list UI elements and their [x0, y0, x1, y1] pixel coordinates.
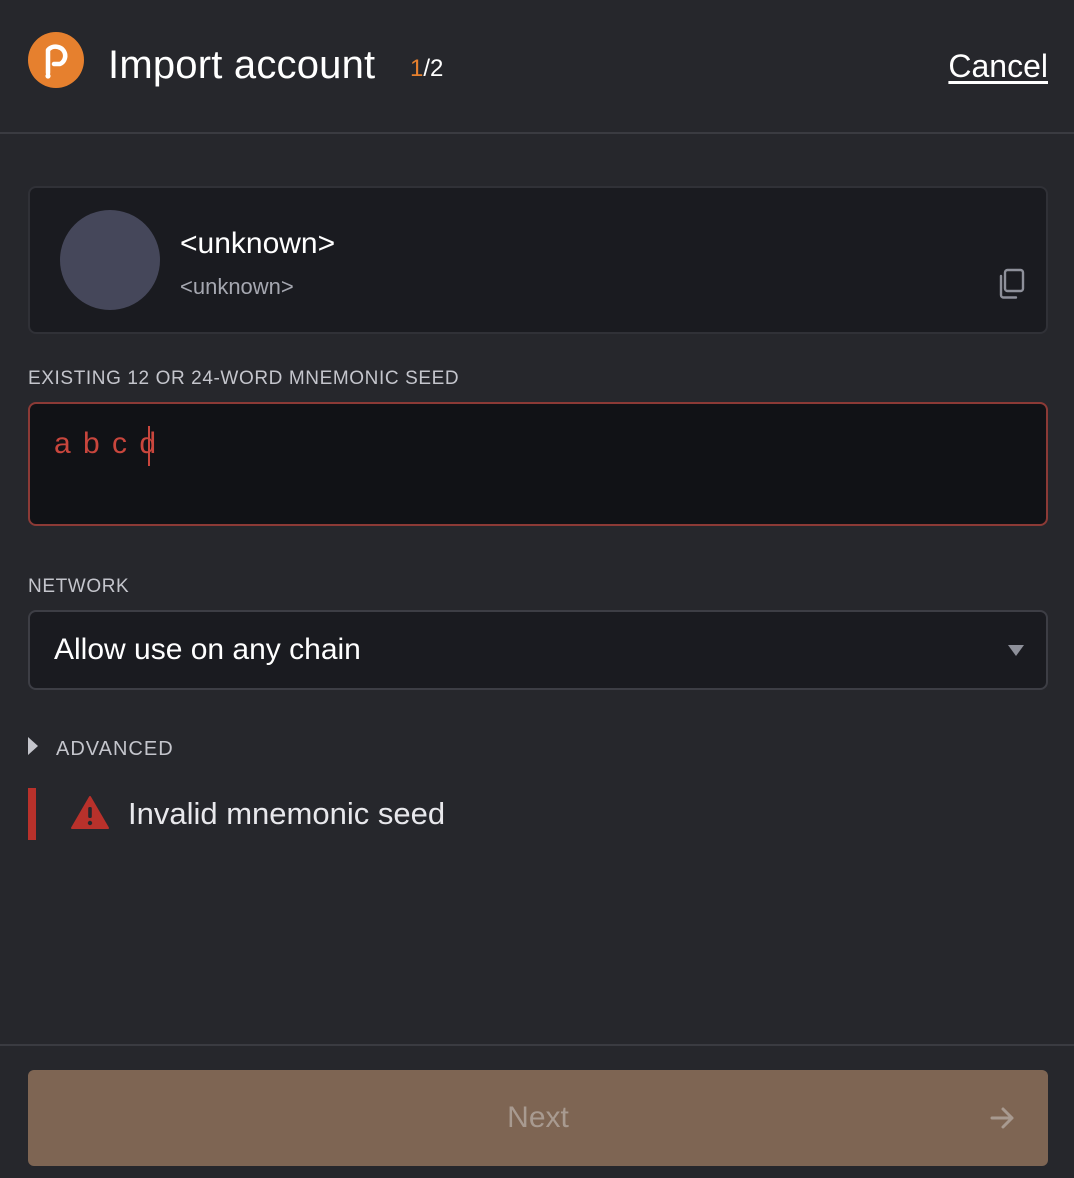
page-title: Import account: [108, 43, 376, 87]
text-caret: [148, 426, 150, 466]
avatar: [60, 210, 160, 310]
warning-text: Invalid mnemonic seed: [128, 796, 446, 831]
network-select[interactable]: Allow use on any chain: [28, 610, 1048, 690]
next-label: Next: [507, 1101, 569, 1134]
network-label: NETWORK: [28, 576, 130, 597]
copy-icon[interactable]: [996, 268, 1026, 300]
next-button[interactable]: Next: [28, 1070, 1048, 1166]
caret-right-icon: [28, 737, 38, 755]
account-address: <unknown>: [180, 274, 294, 299]
polkadot-logo-icon: [28, 32, 84, 88]
account-name: <unknown>: [180, 227, 336, 260]
seed-textarea[interactable]: a b c d: [28, 402, 1048, 526]
header: Import account 1/2 Cancel: [0, 0, 1074, 134]
cancel-link[interactable]: Cancel: [948, 46, 1048, 86]
network-selected-value: Allow use on any chain: [54, 633, 361, 666]
advanced-label: ADVANCED: [56, 738, 174, 760]
seed-value: a b c d: [54, 427, 159, 460]
step-indicator: 1/2: [410, 54, 443, 84]
account-card: <unknown> <unknown>: [28, 186, 1048, 334]
warning-bar: [28, 788, 36, 840]
seed-label: EXISTING 12 OR 24-WORD MNEMONIC SEED: [28, 368, 460, 389]
chevron-down-icon: [1008, 645, 1024, 656]
warning-message: Invalid mnemonic seed: [28, 788, 628, 840]
step-total: /2: [423, 55, 444, 82]
arrow-right-icon: [990, 1107, 1014, 1129]
warning-triangle-icon: [71, 796, 109, 829]
step-current: 1: [410, 55, 424, 82]
